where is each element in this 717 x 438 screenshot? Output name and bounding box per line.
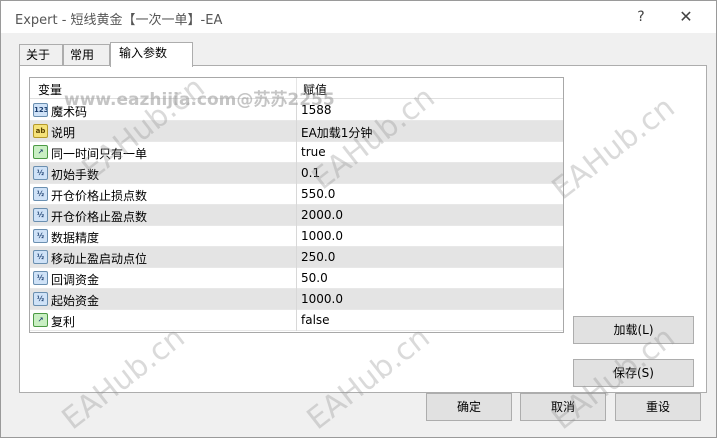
parameter-name: 数据精度 (51, 231, 100, 245)
parameter-value[interactable]: 1588 (301, 103, 332, 117)
table-row[interactable]: ↗ 同一时间只有一单 true (30, 142, 563, 163)
parameter-name: 复利 (51, 315, 76, 329)
double-icon: ½ (33, 208, 48, 222)
title-bar[interactable]: Expert - 短线黄金【一次一单】-EA ? ✕ (1, 1, 716, 33)
parameter-value[interactable]: 550.0 (301, 187, 335, 201)
double-icon: ½ (33, 187, 48, 201)
column-divider (296, 226, 297, 247)
table-row[interactable]: ½ 开仓价格止损点数 550.0 (30, 184, 563, 205)
double-icon: ½ (33, 292, 48, 306)
integer-icon: 123 (33, 103, 48, 117)
parameter-name: 开仓价格止盈点数 (51, 210, 148, 224)
parameter-name: 移动止盈启动点位 (51, 252, 148, 266)
window-title: Expert - 短线黄金【一次一单】-EA (15, 13, 223, 28)
table-row[interactable]: ½ 移动止盈启动点位 250.0 (30, 247, 563, 268)
parameter-value[interactable]: 50.0 (301, 271, 328, 285)
header-variable[interactable]: 变量 (38, 81, 62, 98)
parameter-name: 回调资金 (51, 273, 100, 287)
header-value[interactable]: 赋值 (303, 81, 327, 98)
double-icon: ½ (33, 166, 48, 180)
parameter-value[interactable]: 1000.0 (301, 229, 343, 243)
table-row[interactable]: ½ 起始资金 1000.0 (30, 289, 563, 310)
string-icon: ab (33, 124, 48, 138)
ok-button[interactable]: 确定 (426, 393, 512, 421)
table-row[interactable]: ↗ 复利 false (30, 310, 563, 331)
tab-about[interactable]: 关于 (19, 44, 63, 66)
close-icon[interactable]: ✕ (673, 5, 699, 29)
column-divider (296, 142, 297, 163)
column-divider (296, 100, 297, 121)
cancel-button[interactable]: 取消 (520, 393, 606, 421)
tab-inputs[interactable]: 输入参数 (110, 42, 193, 67)
column-divider (296, 205, 297, 226)
table-row[interactable]: ½ 回调资金 50.0 (30, 268, 563, 289)
table-row[interactable]: ab 说明 EA加载1分钟 (30, 121, 563, 142)
parameter-name: 魔术码 (51, 105, 88, 119)
inputs-panel: 变量 赋值 123 魔术码 1588 ab 说明 EA加载1分钟 ↗ 同一时间只有一单 true… (19, 65, 707, 393)
parameter-value[interactable]: EA加载1分钟 (301, 124, 372, 141)
column-divider (296, 121, 297, 142)
parameter-value[interactable]: 2000.0 (301, 208, 343, 222)
parameter-value[interactable]: 250.0 (301, 250, 335, 264)
column-divider (296, 268, 297, 289)
double-icon: ½ (33, 250, 48, 264)
grid-header: 变量 赋值 (30, 78, 563, 99)
column-divider (296, 184, 297, 205)
parameter-value[interactable]: 1000.0 (301, 292, 343, 306)
parameter-name: 起始资金 (51, 294, 100, 308)
boolean-icon: ↗ (33, 313, 48, 327)
column-divider (296, 310, 297, 331)
double-icon: ½ (33, 229, 48, 243)
parameter-value[interactable]: 0.1 (301, 166, 320, 180)
parameter-value[interactable]: true (301, 145, 326, 159)
double-icon: ½ (33, 271, 48, 285)
parameters-grid: 变量 赋值 123 魔术码 1588 ab 说明 EA加载1分钟 ↗ 同一时间只有一单 true… (29, 77, 564, 333)
header-divider[interactable] (296, 78, 297, 99)
table-row[interactable]: ½ 数据精度 1000.0 (30, 226, 563, 247)
table-row[interactable]: ½ 初始手数 0.1 (30, 163, 563, 184)
expert-dialog: Expert - 短线黄金【一次一单】-EA ? ✕ 关于 常用 输入参数 变量… (0, 0, 717, 438)
load-button[interactable]: 加载(L) (573, 316, 694, 344)
save-button[interactable]: 保存(S) (573, 359, 694, 387)
reset-button[interactable]: 重设 (615, 393, 701, 421)
parameter-value[interactable]: false (301, 313, 330, 327)
column-divider (296, 289, 297, 310)
boolean-icon: ↗ (33, 145, 48, 159)
table-row[interactable]: 123 魔术码 1588 (30, 100, 563, 121)
column-divider (296, 163, 297, 184)
parameter-name: 同一时间只有一单 (51, 147, 148, 161)
table-row[interactable]: ½ 开仓价格止盈点数 2000.0 (30, 205, 563, 226)
parameter-name: 初始手数 (51, 168, 100, 182)
parameter-name: 说明 (51, 126, 76, 140)
help-icon[interactable]: ? (628, 5, 654, 29)
parameter-name: 开仓价格止损点数 (51, 189, 148, 203)
tab-common[interactable]: 常用 (63, 44, 110, 66)
column-divider (296, 247, 297, 268)
